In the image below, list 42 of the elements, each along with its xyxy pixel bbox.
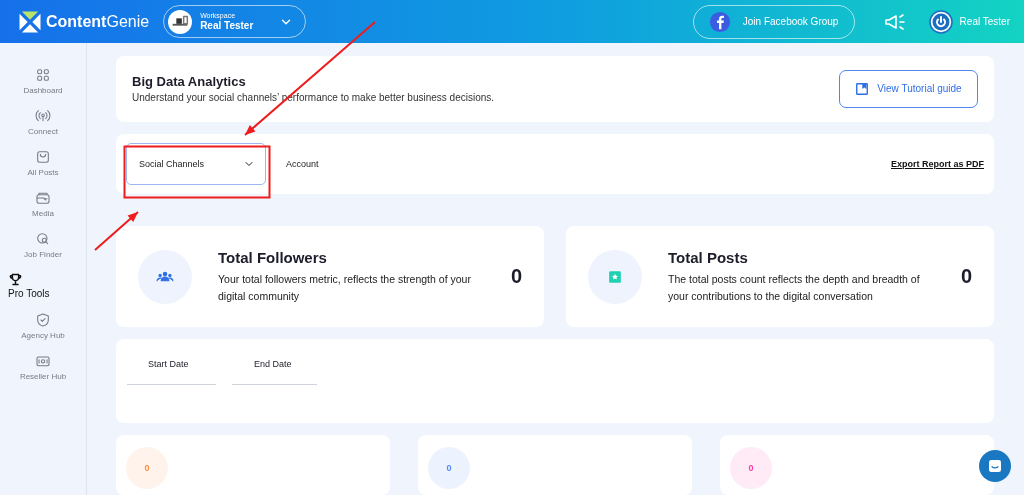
trophy-icon <box>8 272 23 287</box>
power-icon <box>928 9 953 34</box>
grid-icon <box>35 67 51 83</box>
date-field[interactable]: Start Date <box>127 359 216 386</box>
chat-icon <box>986 457 1004 475</box>
workspace-avatar <box>168 9 193 34</box>
wallet-icon <box>35 190 51 206</box>
sidebar-item[interactable]: Reseller Hub <box>0 353 86 381</box>
logo[interactable]: ContentGenie <box>16 7 150 36</box>
count-badge: 0 <box>126 447 168 489</box>
sidebar-item[interactable]: Job Finder <box>0 231 86 259</box>
stat-value: 0 <box>510 265 522 289</box>
shield-icon <box>35 312 51 328</box>
channel-select[interactable]: Social Channels <box>126 142 266 185</box>
stat-title: Total Followers <box>218 248 328 266</box>
annotation-arrow <box>94 211 139 251</box>
count-badge: 0 <box>730 447 772 489</box>
sidebar-item[interactable]: Dashboard <box>0 67 86 95</box>
chat-button[interactable] <box>979 450 1011 482</box>
banknote-icon <box>35 353 51 369</box>
stat-description: Your total followers metric, reflects the strength of your digital community <box>218 271 472 304</box>
broadcast-icon <box>35 108 51 124</box>
page-title: Big Data Analytics <box>132 74 247 90</box>
date-field[interactable]: End Date <box>232 359 317 386</box>
sidebar-item[interactable]: All Posts <box>0 149 86 177</box>
stat-description: The total posts count reflects the depth and breadth of your contributions to the digital conversation <box>668 271 921 304</box>
export-link[interactable]: Export Report as PDF <box>891 158 984 169</box>
stat-value: 0 <box>960 265 972 289</box>
sidebar-item[interactable]: Agency Hub <box>0 312 86 340</box>
stat-title: Total Posts <box>668 248 749 266</box>
logo-text: ContentGenie <box>46 12 150 31</box>
sidebar-item[interactable]: Media <box>0 190 86 218</box>
facebook-icon <box>708 10 731 33</box>
tutorial-button[interactable]: View Tutorial guide <box>839 69 978 108</box>
search-icon <box>35 231 51 247</box>
account-tab[interactable]: Account <box>286 158 319 169</box>
bag-icon <box>35 149 51 165</box>
sidebar-item[interactable]: Connect <box>0 108 86 136</box>
workspace-name: Real Tester <box>200 19 254 31</box>
bookmark-icon <box>855 81 870 96</box>
count-badge: 0 <box>428 447 470 489</box>
section-heading[interactable]: Pro Tools <box>0 272 86 299</box>
